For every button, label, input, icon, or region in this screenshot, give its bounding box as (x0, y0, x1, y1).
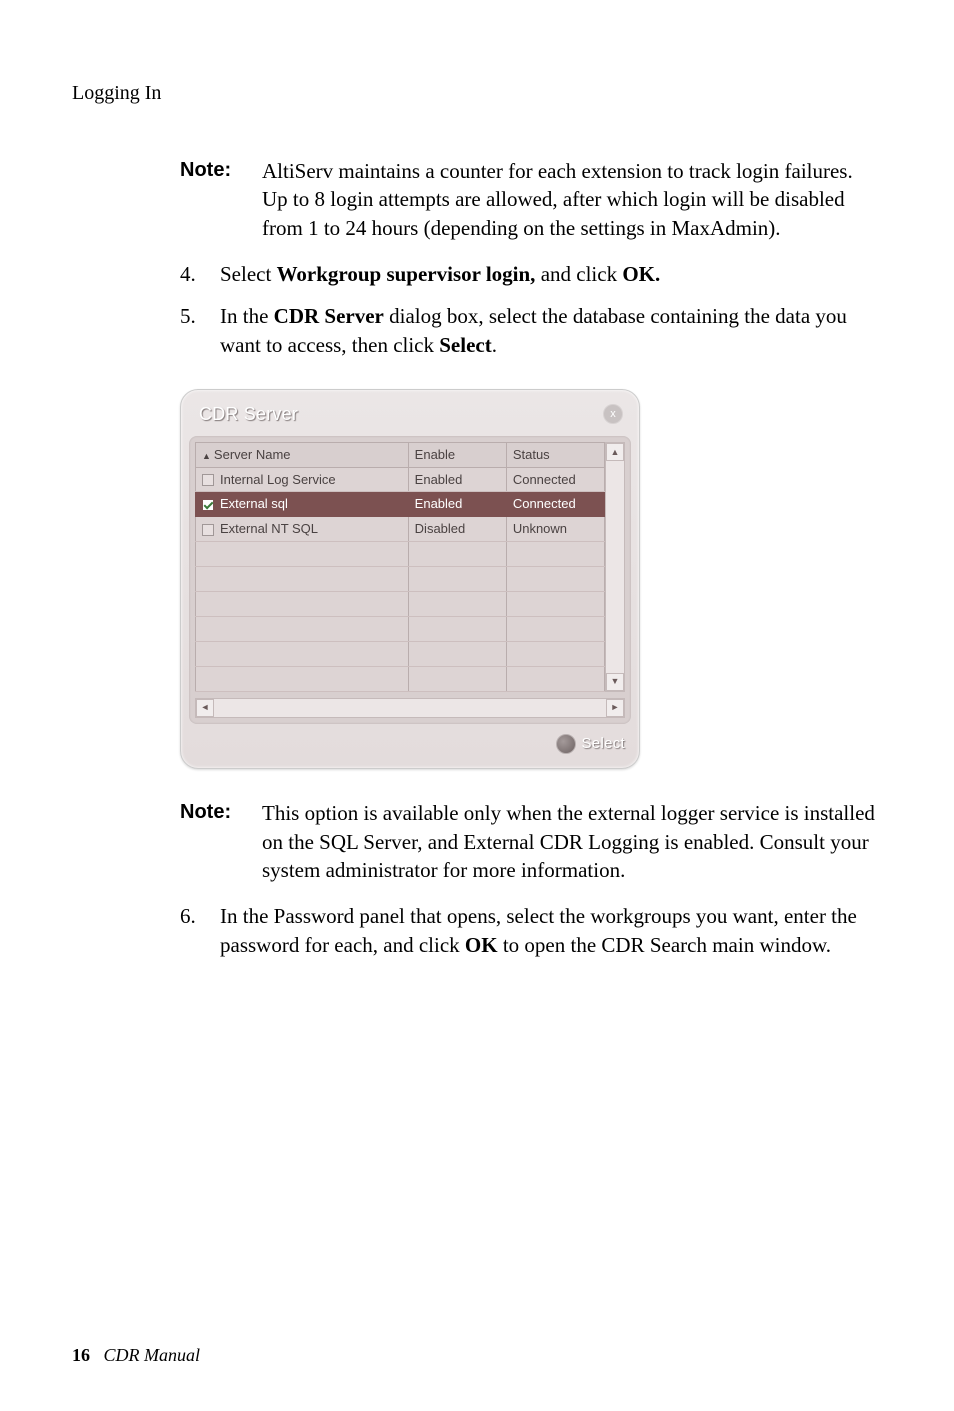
note-text: This option is available only when the e… (262, 799, 882, 884)
table-row[interactable]: External NT SQL DisabledUnknown (196, 517, 605, 542)
note-text: AltiServ maintains a counter for each ex… (262, 157, 882, 242)
text: Select (220, 262, 277, 286)
scroll-up-icon[interactable]: ▲ (606, 443, 624, 461)
text: to open the CDR Search main window. (498, 933, 831, 957)
step-number: 4. (180, 260, 220, 288)
close-icon: x (610, 407, 616, 422)
text-bold: OK (465, 933, 498, 957)
text-bold: Workgroup supervisor login, (277, 262, 536, 286)
server-name-cell: External sql (220, 496, 288, 511)
select-button[interactable]: Select (556, 734, 626, 754)
column-label: Server Name (214, 447, 291, 462)
dialog-title: CDR Server (199, 402, 298, 426)
step-number: 5. (180, 302, 220, 359)
note-label: Note: (180, 157, 252, 242)
sort-asc-icon: ▲ (202, 450, 211, 462)
row-checkbox[interactable] (202, 524, 214, 536)
select-button-label: Select (582, 734, 626, 754)
scroll-left-icon[interactable]: ◄ (196, 699, 214, 717)
step-text: In the Password panel that opens, select… (220, 902, 882, 959)
scroll-down-icon[interactable]: ▼ (606, 673, 624, 691)
server-name-cell: External NT SQL (220, 521, 318, 536)
table-row[interactable]: External sql EnabledConnected (196, 492, 605, 517)
step-text: Select Workgroup supervisor login, and c… (220, 260, 882, 288)
doc-title: CDR Manual (104, 1345, 201, 1365)
table-row-empty (196, 616, 605, 641)
text: . (492, 333, 497, 357)
page-footer: 16 CDR Manual (72, 1343, 200, 1367)
status-cell: Unknown (506, 517, 604, 542)
server-table[interactable]: ▲Server Name Enable Status Internal Log … (195, 442, 605, 691)
text-bold: OK. (622, 262, 660, 286)
text-bold: CDR Server (274, 304, 384, 328)
status-cell: Connected (506, 492, 604, 517)
close-button[interactable]: x (603, 404, 623, 424)
enable-cell: Enabled (408, 492, 506, 517)
enable-cell: Enabled (408, 467, 506, 492)
column-header-status[interactable]: Status (506, 443, 604, 468)
column-header-enable[interactable]: Enable (408, 443, 506, 468)
note-label: Note: (180, 799, 252, 884)
table-row-empty (196, 566, 605, 591)
table-row-empty (196, 641, 605, 666)
table-row-empty (196, 666, 605, 691)
step-text: In the CDR Server dialog box, select the… (220, 302, 882, 359)
text: and click (535, 262, 622, 286)
page-header: Logging In (72, 80, 882, 107)
step-number: 6. (180, 902, 220, 959)
cdr-server-dialog: CDR Server x ▲Server Name Enable (180, 389, 640, 769)
server-name-cell: Internal Log Service (220, 472, 336, 487)
column-header-server-name[interactable]: ▲Server Name (196, 443, 409, 468)
text-bold: Select (439, 333, 491, 357)
horizontal-scrollbar[interactable]: ◄ ► (195, 698, 625, 718)
page-number: 16 (72, 1345, 90, 1365)
scroll-right-icon[interactable]: ► (606, 699, 624, 717)
row-checkbox[interactable] (202, 474, 214, 486)
table-row-empty (196, 591, 605, 616)
table-row-empty (196, 541, 605, 566)
select-orb-icon (556, 734, 576, 754)
table-row[interactable]: Internal Log Service EnabledConnected (196, 467, 605, 492)
vertical-scrollbar[interactable]: ▲ ▼ (605, 442, 625, 691)
text: In the (220, 304, 274, 328)
enable-cell: Disabled (408, 517, 506, 542)
status-cell: Connected (506, 467, 604, 492)
row-checkbox[interactable] (202, 499, 214, 511)
